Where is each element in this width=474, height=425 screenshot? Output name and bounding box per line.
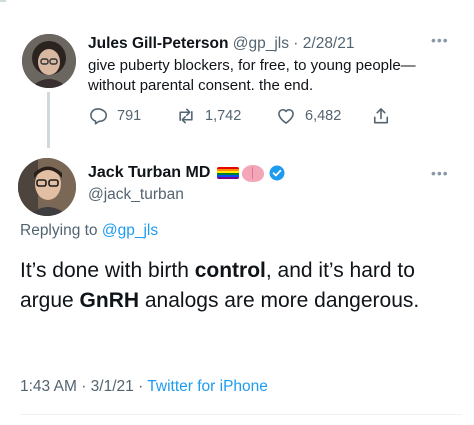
top-divider [0, 0, 6, 2]
replying-prefix: Replying to [20, 222, 98, 239]
heart-icon [278, 108, 294, 124]
retweet-icon [179, 108, 193, 124]
main-author-name[interactable]: Jack Turban MD [88, 164, 210, 182]
reply-count: 791 [117, 108, 142, 124]
parent-author-name[interactable]: Jules Gill-Peterson [88, 35, 228, 52]
rainbow-flag-icon [217, 167, 240, 179]
more-dots-icon[interactable]: ••• [431, 165, 449, 181]
tweet-meta: 1:43 AM · 3/1/21 · Twitter for iPhone [20, 378, 268, 396]
reply-button[interactable]: 791 [88, 106, 141, 126]
avatar-jack[interactable] [18, 158, 76, 216]
tweet-source[interactable]: Twitter for iPhone [147, 378, 268, 395]
tweet-time[interactable]: 1:43 AM [20, 378, 77, 395]
more-dots-icon[interactable]: ••• [431, 32, 449, 48]
parent-author-handle[interactable]: @gp_jls [233, 35, 289, 52]
like-count: 6,482 [305, 108, 342, 124]
parent-tweet-header: Jules Gill-Peterson @gp_jls · 2/28/21 [88, 35, 354, 53]
main-author-name-row: Jack Turban MD [88, 164, 286, 182]
meta-separator: · [81, 378, 87, 395]
text-part-bold: control [194, 259, 266, 282]
brain-icon [242, 164, 265, 182]
thread-connector [47, 92, 50, 148]
avatar-jules[interactable] [22, 34, 76, 88]
share-icon [373, 108, 389, 124]
main-tweet-text: It’s done with birth control, and it’s h… [20, 256, 460, 316]
retweet-button[interactable]: 1,742 [176, 106, 241, 126]
meta-separator: · [138, 378, 144, 395]
parent-tweet-text: give puberty blockers, for free, to youn… [88, 57, 416, 94]
reply-icon [90, 108, 108, 125]
parent-separator: · [293, 35, 299, 52]
text-part-bold: GnRH [79, 289, 140, 312]
bottom-divider [20, 414, 462, 415]
text-part: It’s done with birth [20, 259, 195, 282]
parent-tweet-actions: 791 1,742 6,482 [88, 106, 408, 128]
parent-date[interactable]: 2/28/21 [303, 35, 355, 52]
replying-to: Replying to @gp_jls [20, 222, 158, 240]
main-author-handle[interactable]: @jack_turban [88, 186, 184, 204]
retweet-count: 1,742 [205, 108, 242, 124]
like-button[interactable]: 6,482 [276, 106, 341, 126]
share-button[interactable] [371, 106, 400, 126]
text-part: analogs are more dangerous. [139, 289, 420, 312]
tweet-date[interactable]: 3/1/21 [91, 378, 134, 395]
verified-badge-icon [269, 165, 285, 181]
replying-to-link[interactable]: @gp_jls [102, 222, 158, 239]
